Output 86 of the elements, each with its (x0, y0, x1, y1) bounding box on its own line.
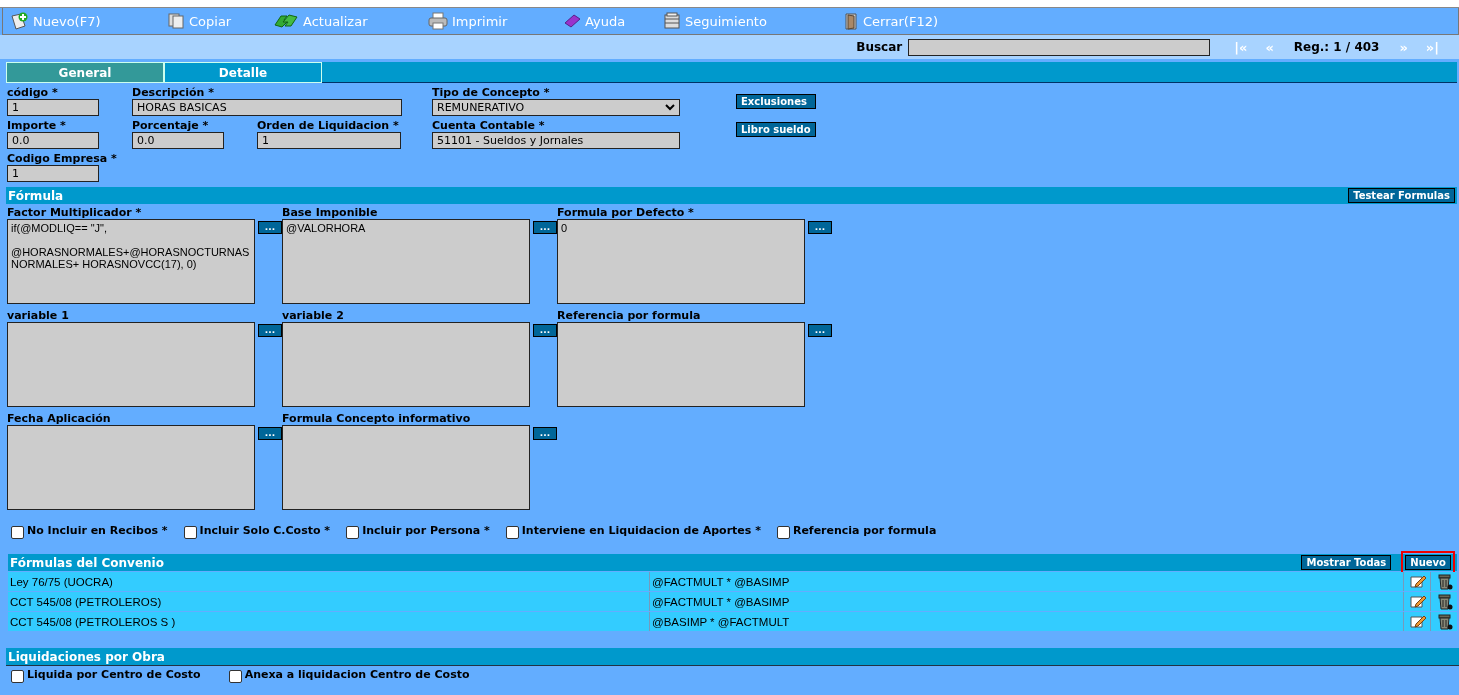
test-formulas-button[interactable]: Testear Formulas (1348, 188, 1455, 203)
input-field[interactable]: 1 (257, 132, 401, 149)
checkbox[interactable] (776, 526, 790, 539)
action-button[interactable]: Mostrar Todas (1301, 555, 1392, 570)
field-label: Formula por Defecto * (557, 206, 695, 219)
browse-button[interactable]: ... (258, 324, 282, 337)
concept-type-dropdown[interactable]: REMUNERATIVO (432, 99, 680, 116)
printer-icon (428, 12, 448, 30)
browse-button[interactable]: ... (808, 324, 832, 337)
field-label: variable 1 (7, 309, 70, 322)
input-field[interactable]: HORAS BASICAS (132, 99, 402, 116)
door-icon (843, 12, 859, 30)
field-label: código * (7, 86, 59, 99)
formula-text-area[interactable] (7, 322, 255, 407)
checkbox[interactable] (505, 526, 519, 539)
add-page-icon (9, 12, 29, 30)
checkbox-label: No Incluir en Recibos * (27, 524, 168, 537)
browse-button[interactable]: ... (258, 221, 282, 234)
checkbox[interactable] (228, 670, 242, 683)
input-field[interactable]: 0.0 (132, 132, 224, 149)
checkbox-label: Interviene en Liquidacion de Aportes * (521, 524, 761, 537)
trash-can-icon[interactable] (1437, 593, 1453, 610)
trash-can-icon[interactable] (1437, 573, 1453, 590)
checkbox-label: Referencia por formula (792, 524, 937, 537)
formula-text-area[interactable] (282, 425, 530, 510)
edit-note-icon[interactable] (1410, 574, 1426, 589)
copy-icon (167, 12, 185, 30)
tab[interactable]: General (6, 62, 164, 83)
formula-text-area[interactable]: @VALORHORA (282, 219, 530, 304)
checkbox-label: Incluir por Persona * (362, 524, 490, 537)
field-label: Descripción * (132, 86, 215, 99)
tab[interactable]: Detalle (164, 62, 322, 83)
checkbox[interactable] (183, 526, 197, 539)
table-cell: CCT 545/08 (PETROLEROS) (8, 592, 649, 611)
edit-note-icon[interactable] (1410, 614, 1426, 629)
table-cell: @FACTMULT * @BASIMP (650, 572, 1403, 591)
browse-button[interactable]: ... (808, 221, 832, 234)
table-cell: @BASIMP * @FACTMULT (650, 612, 1403, 631)
section-title: Fórmulas del Convenio (10, 555, 164, 570)
table-cell: Ley 76/75 (UOCRA) (8, 572, 649, 591)
formula-text-area[interactable] (282, 322, 530, 407)
formula-text-area[interactable] (557, 322, 805, 407)
action-button[interactable]: Exclusiones (736, 94, 816, 109)
browse-button[interactable]: ... (533, 324, 557, 337)
search-label: Buscar (856, 40, 903, 54)
checkbox[interactable] (11, 670, 24, 683)
field-label: Codigo Empresa * (7, 152, 118, 165)
formula-text-area[interactable] (7, 425, 255, 510)
section-title: Fórmula (8, 188, 64, 203)
table-cell: CCT 545/08 (PETROLEROS S ) (8, 612, 649, 631)
field-label: variable 2 (282, 309, 345, 322)
field-label: Formula Concepto informativo (282, 412, 472, 425)
section-title: Liquidaciones por Obra (8, 649, 165, 664)
trash-can-icon[interactable] (1437, 613, 1453, 630)
field-label: Fecha Aplicación (7, 412, 112, 425)
refresh-arrows-icon (273, 13, 299, 29)
checkbox-label: Incluir Solo C.Costo * (199, 524, 331, 537)
field-label: Referencia por formula (557, 309, 702, 322)
checkbox-label: Anexa a liquidacion Centro de Costo (244, 668, 470, 681)
field-label: Base Imponible (282, 206, 379, 219)
search-field[interactable] (908, 38, 1211, 56)
cabinet-icon (663, 12, 681, 30)
checkbox-label: Liquida por Centro de Costo (27, 668, 201, 681)
input-field[interactable]: 1 (7, 165, 99, 182)
field-label: Porcentaje * (132, 119, 210, 132)
browse-button[interactable]: ... (258, 427, 282, 440)
action-button[interactable]: Libro sueldo (736, 122, 816, 137)
formula-text-area[interactable]: 0 (557, 219, 805, 304)
formula-text-area[interactable]: if(@MODLIQ== "J", @HORASNORMALES+@HORASNOCTURNASNORMALES+ HORASNOVCC(17), 0) (7, 219, 255, 304)
checkbox[interactable] (346, 526, 360, 539)
field-label: Orden de Liquidacion * (257, 119, 400, 132)
field-label: Importe * (7, 119, 67, 132)
action-button[interactable]: Nuevo (1405, 555, 1451, 570)
chevron-down-icon (665, 104, 675, 111)
browse-button[interactable]: ... (533, 221, 557, 234)
table-cell: @FACTMULT * @BASIMP (650, 592, 1403, 611)
checkbox[interactable] (11, 526, 24, 539)
input-field[interactable]: 51101 - Sueldos y Jornales (432, 132, 680, 149)
browse-button[interactable]: ... (533, 427, 557, 440)
edit-note-icon[interactable] (1410, 594, 1426, 609)
input-field[interactable]: 0.0 (7, 132, 99, 149)
record-counter: Reg.: 1 / 403 (1293, 40, 1380, 54)
field-label: Tipo de Concepto * (432, 86, 551, 99)
field-label: Cuenta Contable * (432, 119, 546, 132)
field-label: Factor Multiplicador * (7, 206, 143, 219)
input-field[interactable]: 1 (7, 99, 99, 116)
